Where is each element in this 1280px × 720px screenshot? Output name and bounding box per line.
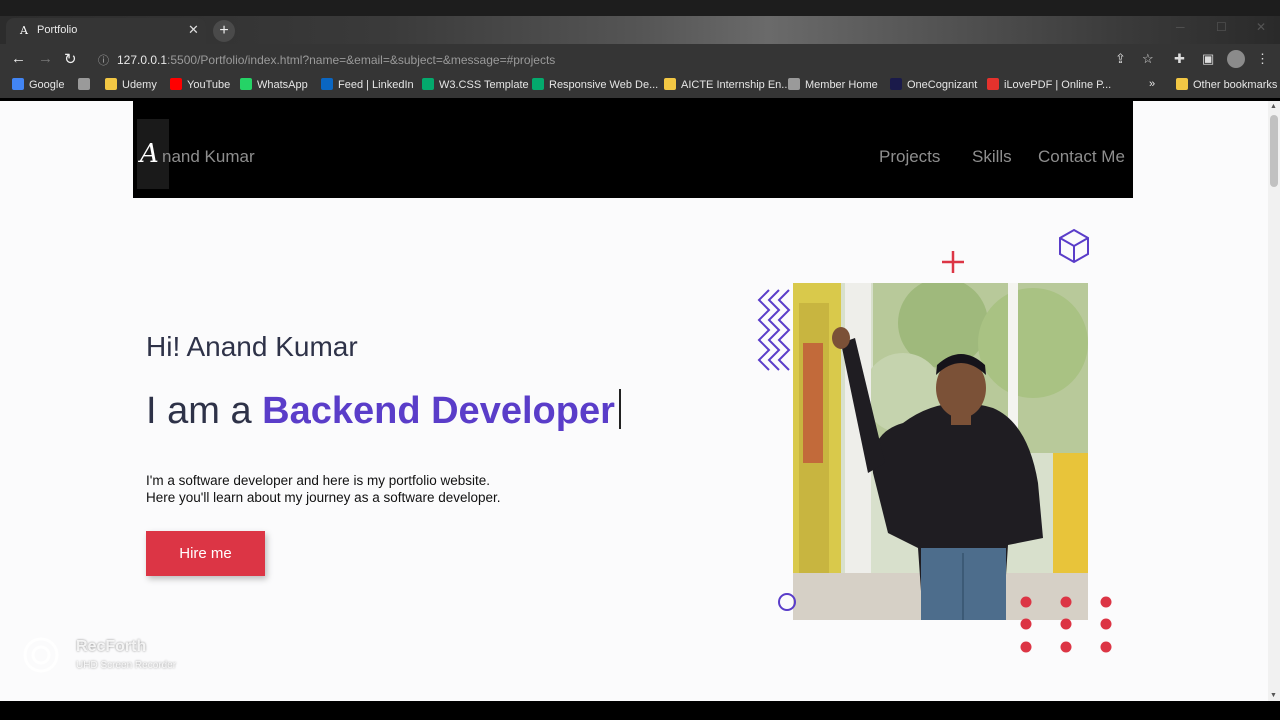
bookmark-item[interactable]: YouTube [170,78,230,91]
site-info-icon[interactable]: ⓘ [98,55,109,67]
plus-shape-icon [942,251,964,273]
bookmark-label: OneCognizant [907,79,978,91]
bookmark-favicon-icon [321,78,333,90]
bookmark-label: AICTE Internship En... [681,79,791,91]
hero-desc-line1: I'm a software developer and here is my … [146,473,490,488]
page-viewport: A nand Kumar Projects Skills Contact Me … [0,101,1268,701]
logo-monogram[interactable]: A [140,139,159,169]
bookmark-label: Responsive Web De... [549,79,659,91]
profile-photo-illustration [793,283,1088,620]
logo-name[interactable]: nand Kumar [162,147,255,167]
bookmark-label: iLovePDF | Online P... [1004,79,1112,91]
reload-icon[interactable]: ↻ [64,50,77,68]
bookmark-favicon-icon [532,78,544,90]
bookmark-favicon-icon [12,78,24,90]
cube-icon [1059,228,1089,264]
bookmark-item[interactable]: Google [12,78,64,91]
nav-skills[interactable]: Skills [972,147,1012,167]
watermark-subtitle: UHD Screen Recorder [76,660,177,671]
minimize-icon[interactable]: ─ [1176,20,1185,34]
sidepanel-icon[interactable]: ▣ [1202,51,1214,67]
nav-projects[interactable]: Projects [879,147,940,167]
bookmark-label: Feed | LinkedIn [338,79,414,91]
ring-shape-icon [778,593,796,611]
browser-tab-bar: A Portfolio ✕ + ─ ☐ ✕ [0,0,1280,44]
site-header: A nand Kumar Projects Skills Contact Me [133,101,1133,198]
tab-title: Portfolio [37,24,78,36]
bookmark-favicon-icon [240,78,252,90]
nav-contact[interactable]: Contact Me [1038,147,1125,167]
forward-icon[interactable]: → [38,50,53,67]
bookmark-item[interactable]: Responsive Web De... [532,78,658,91]
extensions-icon[interactable]: ✚ [1174,51,1185,67]
bookmark-label: YouTube [187,79,231,91]
scroll-down-icon[interactable]: ▼ [1270,692,1277,699]
url-host: 127.0.0.1 [117,53,168,67]
back-icon[interactable]: ← [11,50,26,67]
tab-portfolio[interactable]: A Portfolio ✕ [6,18,206,44]
bookmark-favicon-icon [987,78,999,90]
share-icon[interactable]: ⇪ [1115,51,1126,67]
scroll-up-icon[interactable]: ▲ [1270,103,1277,110]
bookmark-item[interactable]: WhatsApp [240,78,308,91]
tab-favicon: A [20,24,28,37]
bookmark-favicon-icon [890,78,902,90]
folder-icon [1176,78,1188,90]
dot-grid-icon [1020,596,1112,653]
menu-kebab-icon[interactable]: ⋮ [1256,51,1269,67]
bookmark-label: Member Home [805,79,878,91]
bookmark-item[interactable] [78,78,95,91]
other-bookmarks-label: Other bookmarks [1193,79,1278,91]
bookmark-favicon-icon [78,78,90,90]
bookmarks-overflow-icon[interactable]: » [1149,78,1155,90]
bookmark-label: W3.CSS Template [439,79,529,91]
tab-close-icon[interactable]: ✕ [188,22,199,38]
bookmark-label: Udemy [122,79,157,91]
bookmarks-bar: Google Udemy YouTube WhatsApp Feed | LinkedI… [0,74,1280,98]
url-path: :5500/Portfolio/index.html?name=&email=&… [167,53,556,67]
bookmark-favicon-icon [788,78,800,90]
watermark-title: RecForth [76,638,147,655]
zigzag-icon [757,289,791,371]
other-bookmarks[interactable]: Other bookmarks [1176,78,1277,91]
window-close-icon[interactable]: ✕ [1256,20,1266,34]
hire-me-button[interactable]: Hire me [146,531,265,576]
hero-greeting: Hi! Anand Kumar [146,331,358,362]
bookmark-item[interactable]: Udemy [105,78,157,91]
profile-photo [793,283,1088,620]
bookmark-item[interactable]: Feed | LinkedIn [321,78,414,91]
camera-icon [23,637,59,673]
scroll-thumb[interactable] [1270,115,1278,187]
profile-avatar[interactable] [1227,50,1245,68]
maximize-icon[interactable]: ☐ [1216,20,1227,34]
address-bar[interactable]: ⓘ 127.0.0.1:5500/Portfolio/index.html?nam… [98,52,555,68]
bookmark-item[interactable]: OneCognizant [890,78,977,91]
bookmark-label: WhatsApp [257,79,308,91]
bookmark-item[interactable]: iLovePDF | Online P... [987,78,1111,91]
recorder-watermark: RecForth UHD Screen Recorder [22,636,176,679]
bookmark-label: Google [29,79,65,91]
hero-role: I am a Backend Developer [146,389,621,433]
role-prefix: I am a [146,390,263,432]
typing-caret [618,389,621,429]
bookmark-favicon-icon [170,78,182,90]
bookmark-favicon-icon [105,78,117,90]
hero-desc-line2: Here you'll learn about my journey as a … [146,490,501,505]
role-accent: Backend Developer [262,390,615,432]
bookmark-item[interactable]: Member Home [788,78,878,91]
new-tab-button[interactable]: + [213,20,235,42]
bookmark-star-icon[interactable]: ☆ [1142,51,1154,67]
bookmark-favicon-icon [422,78,434,90]
page-scrollbar[interactable]: ▲ ▼ [1268,101,1280,701]
hero-description: I'm a software developer and here is my … [146,472,501,506]
browser-toolbar: ← → ↻ ⓘ 127.0.0.1:5500/Portfolio/index.ht… [0,44,1280,74]
bookmark-item[interactable]: W3.CSS Template [422,78,529,91]
bookmark-favicon-icon [664,78,676,90]
bookmark-item[interactable]: AICTE Internship En... [664,78,790,91]
